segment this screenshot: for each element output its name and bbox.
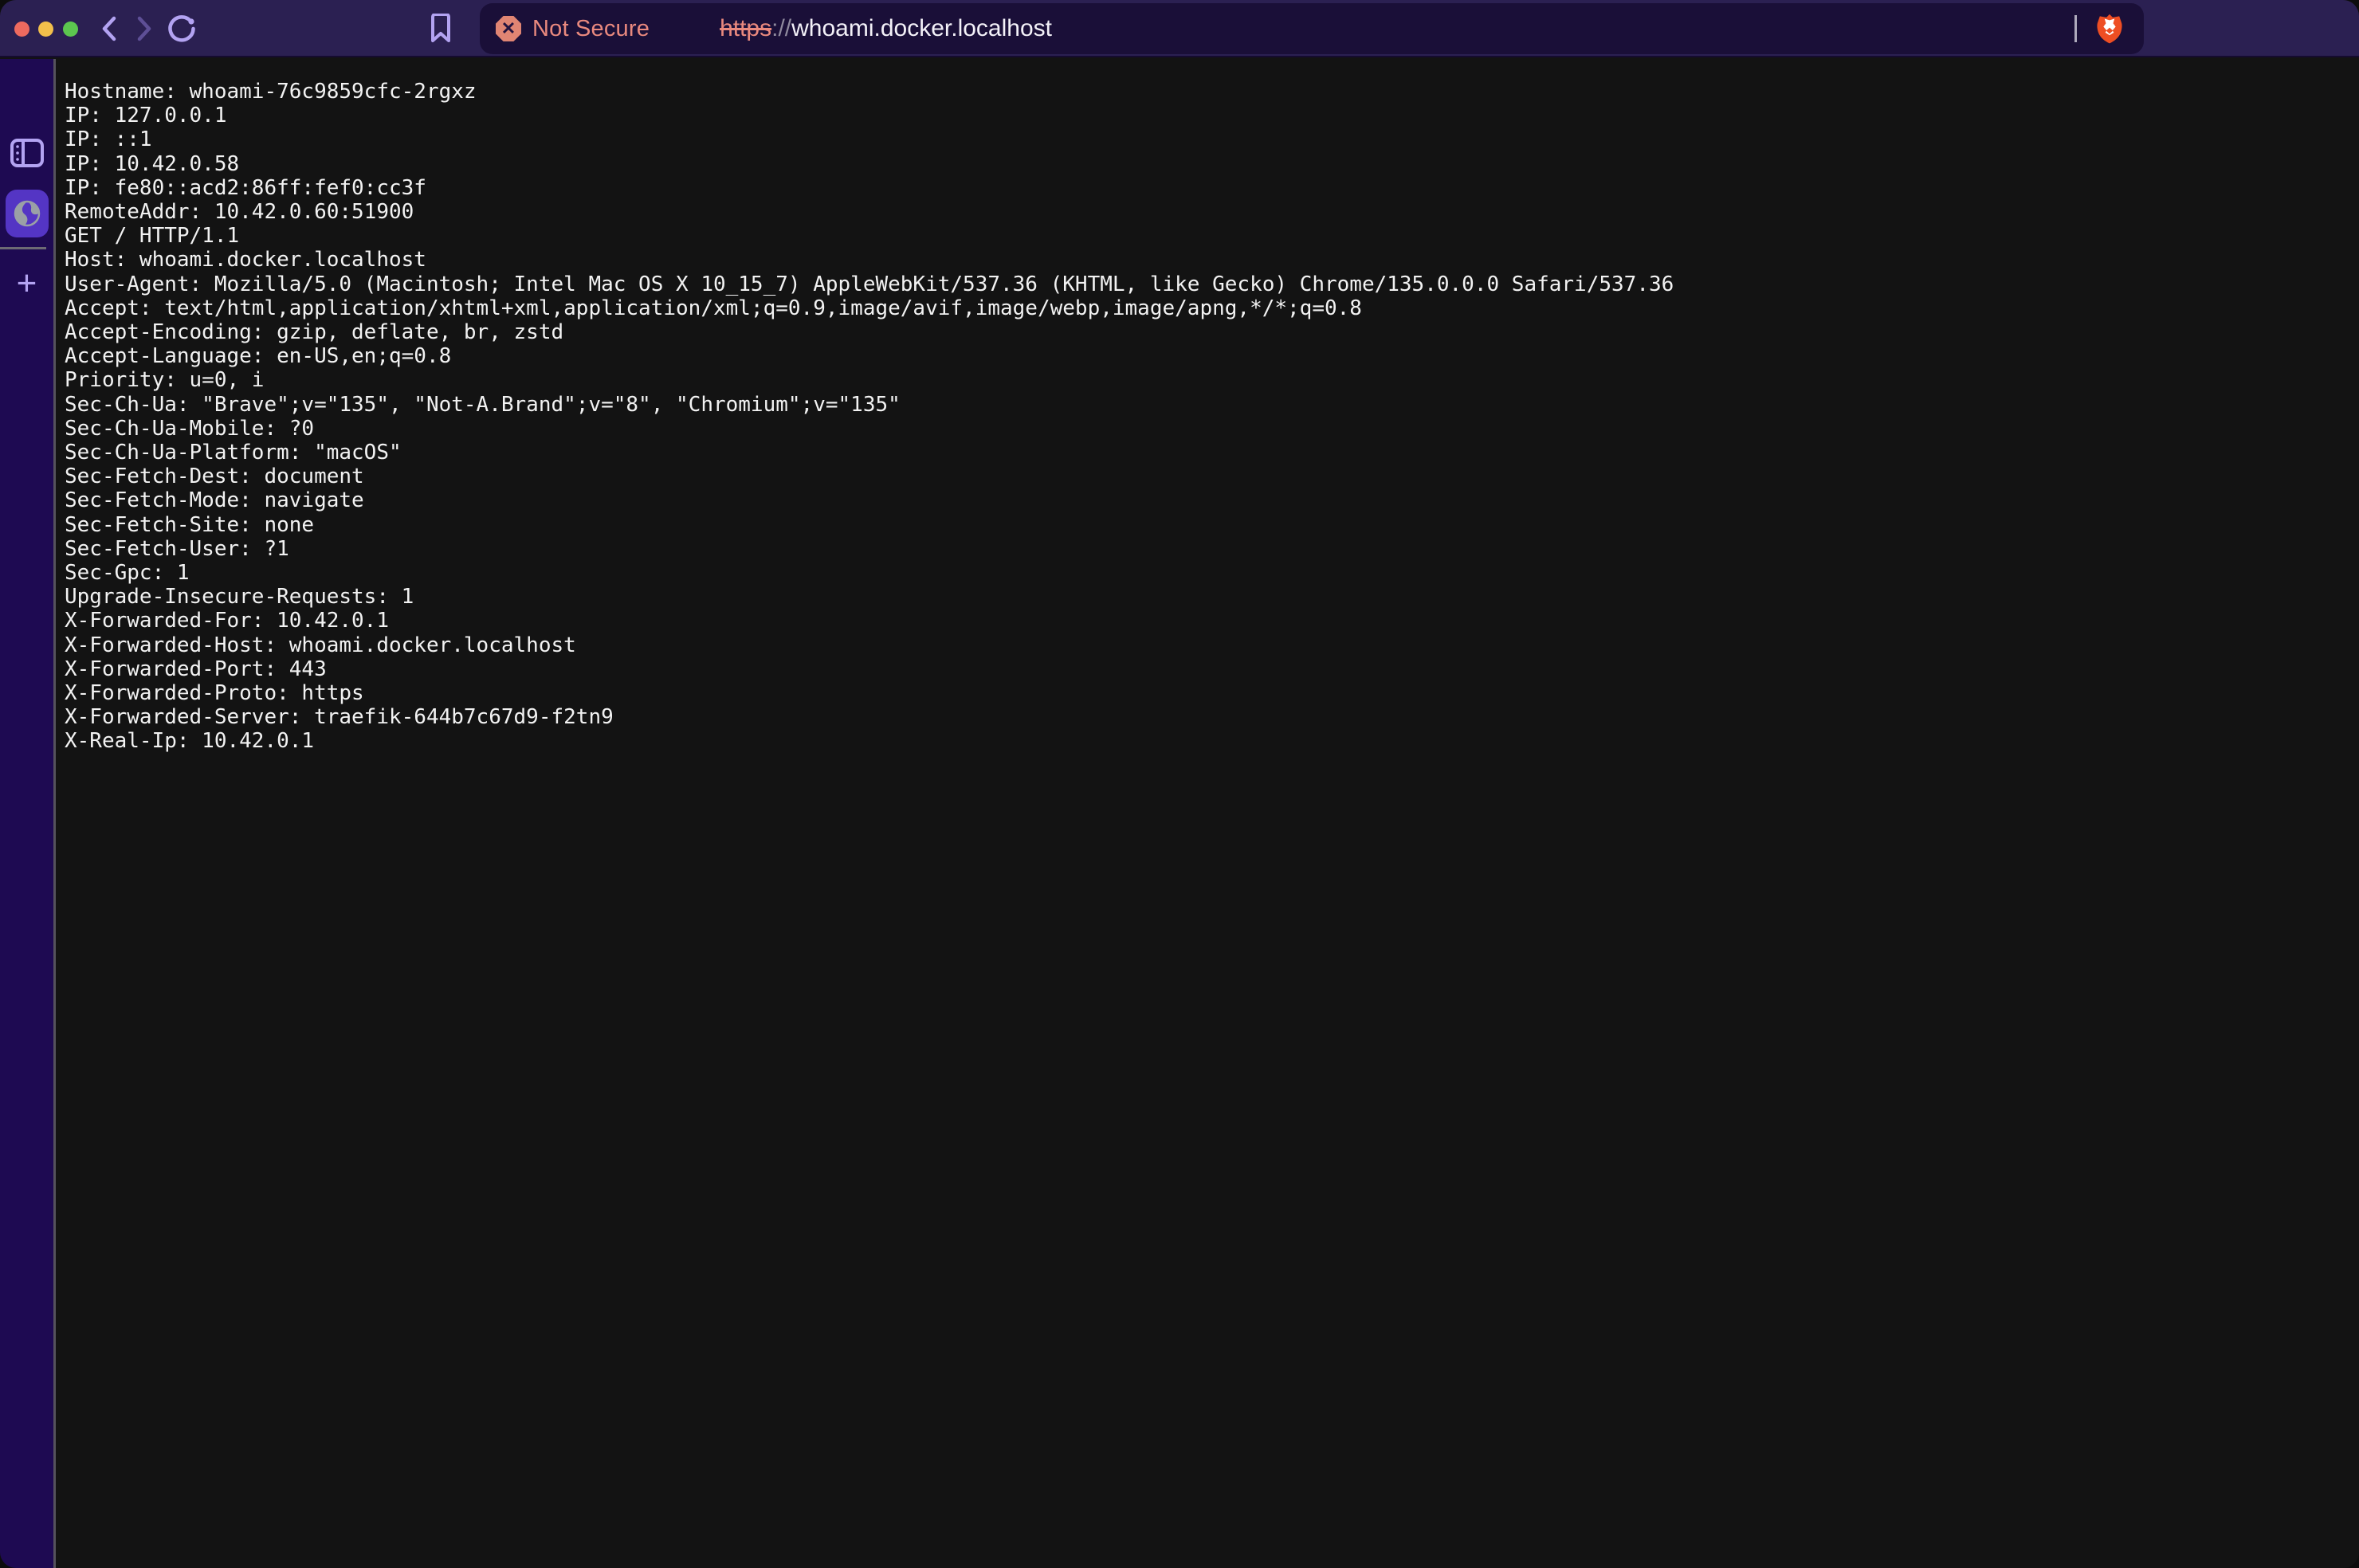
url-text[interactable]: https://whoami.docker.localhost xyxy=(720,15,1052,42)
not-secure-label: Not Secure xyxy=(532,16,650,42)
globe-icon xyxy=(12,198,42,229)
bookmark-button[interactable] xyxy=(423,11,458,46)
zoom-window-button[interactable] xyxy=(63,22,78,37)
bookmark-icon xyxy=(429,14,453,44)
minimize-window-button[interactable] xyxy=(38,22,53,37)
sidebar-divider xyxy=(0,247,46,249)
reload-icon xyxy=(164,11,199,46)
not-secure-icon: ✕ xyxy=(496,16,521,41)
url-scheme: https xyxy=(720,15,771,41)
browser-window: ✕ Not Secure https://whoami.docker.local… xyxy=(0,0,2359,1568)
chevron-left-icon xyxy=(96,14,124,44)
brave-shields-icon[interactable] xyxy=(2096,13,2123,45)
tab-whoami-active[interactable] xyxy=(6,190,49,237)
url-separator: :// xyxy=(771,15,791,41)
browser-toolbar: ✕ Not Secure https://whoami.docker.local… xyxy=(0,0,2359,57)
sidebar-toggle-button[interactable] xyxy=(0,129,53,177)
back-button[interactable] xyxy=(92,11,128,46)
page-content: Hostname: whoami-76c9859cfc-2rgxz IP: 12… xyxy=(56,59,2359,1568)
reload-button[interactable] xyxy=(164,11,199,46)
plus-icon: + xyxy=(17,266,37,301)
whoami-output: Hostname: whoami-76c9859cfc-2rgxz IP: 12… xyxy=(65,80,1674,754)
url-host: whoami.docker.localhost xyxy=(791,15,1052,41)
vertical-tabs-sidebar: + xyxy=(0,59,53,1568)
forward-button[interactable] xyxy=(126,11,161,46)
new-tab-button[interactable]: + xyxy=(0,261,53,306)
panel-left-icon xyxy=(10,138,45,168)
urlbar-divider xyxy=(2074,15,2077,42)
close-window-button[interactable] xyxy=(14,22,29,37)
chevron-right-icon xyxy=(130,14,157,44)
address-bar[interactable]: ✕ Not Secure https://whoami.docker.local… xyxy=(480,3,2144,54)
